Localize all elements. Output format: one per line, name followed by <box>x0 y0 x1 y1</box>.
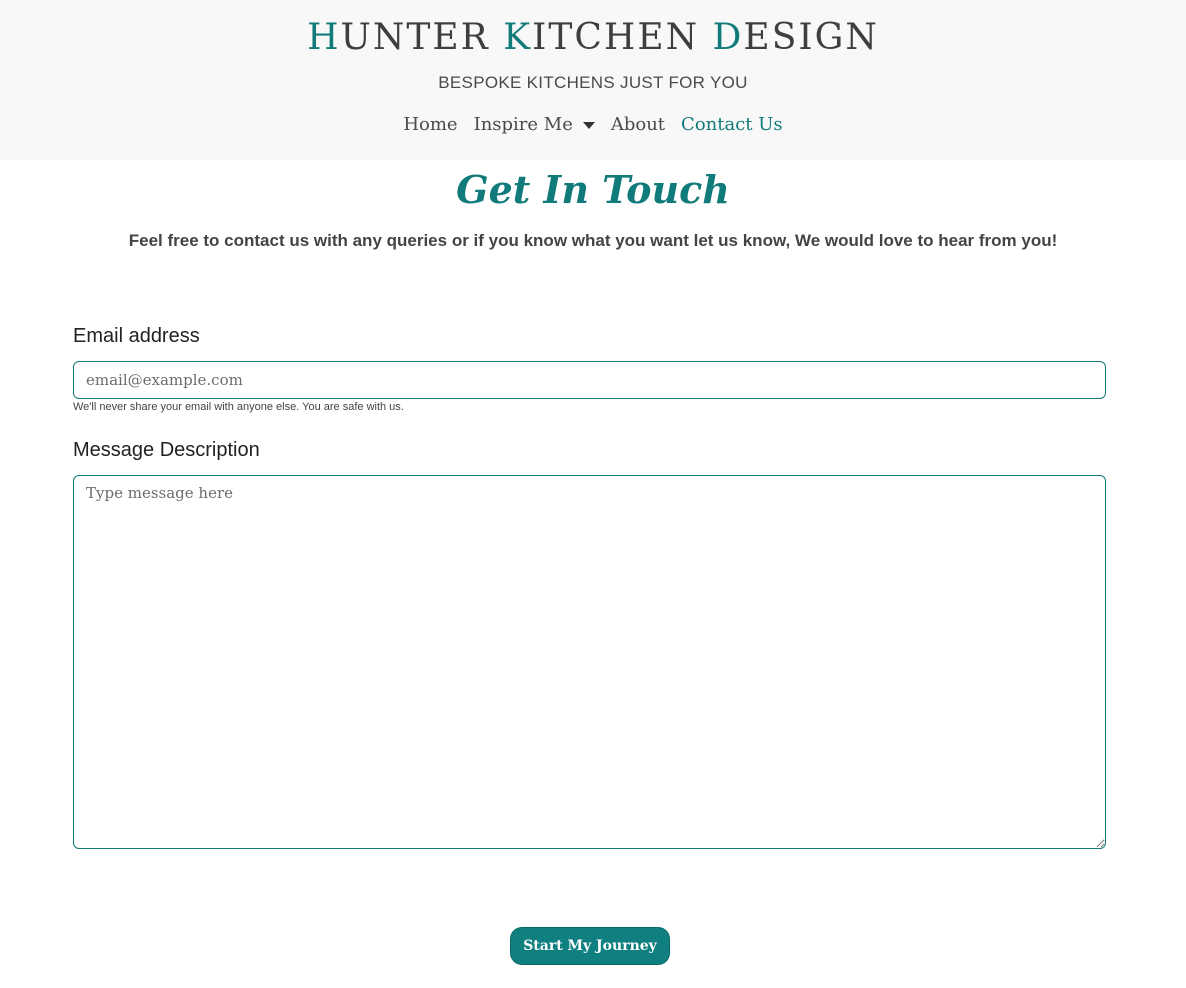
nav-contact-label: Contact Us <box>681 114 783 135</box>
nav-inspire-dropdown[interactable]: Inspire Me <box>474 114 595 135</box>
main-nav: Home Inspire Me About Contact Us <box>0 114 1186 135</box>
brand-letter-k: K <box>503 17 533 58</box>
nav-about[interactable]: About <box>611 114 665 135</box>
brand-text-unter: UNTER <box>340 17 504 58</box>
email-field[interactable] <box>73 361 1106 399</box>
caret-down-icon <box>582 122 595 129</box>
page-title: Get In Touch <box>456 167 730 212</box>
nav-home[interactable]: Home <box>403 114 457 135</box>
submit-button[interactable]: Start My Journey <box>510 927 670 965</box>
brand-text-esign: ESIGN <box>743 17 879 58</box>
site-brand-title[interactable]: HUNTER KITCHEN DESIGN <box>0 18 1186 58</box>
nav-home-label: Home <box>403 114 458 135</box>
email-label: Email address <box>73 325 200 347</box>
brand-text-itchen: ITCHEN <box>532 17 713 58</box>
nav-about-label: About <box>610 114 666 135</box>
message-field[interactable] <box>73 475 1106 849</box>
site-tagline: BESPOKE KITCHENS JUST FOR YOU <box>438 73 748 92</box>
site-header: HUNTER KITCHEN DESIGN BESPOKE KITCHENS J… <box>0 0 1186 160</box>
nav-contact[interactable]: Contact Us <box>681 114 783 135</box>
intro-text: Feel free to contact us with any queries… <box>128 231 1058 250</box>
nav-inspire-label: Inspire Me <box>473 114 573 135</box>
brand-letter-h: H <box>307 17 341 58</box>
message-label: Message Description <box>73 439 260 461</box>
email-help-text: We'll never share your email with anyone… <box>73 401 404 413</box>
brand-letter-d: D <box>712 17 744 58</box>
